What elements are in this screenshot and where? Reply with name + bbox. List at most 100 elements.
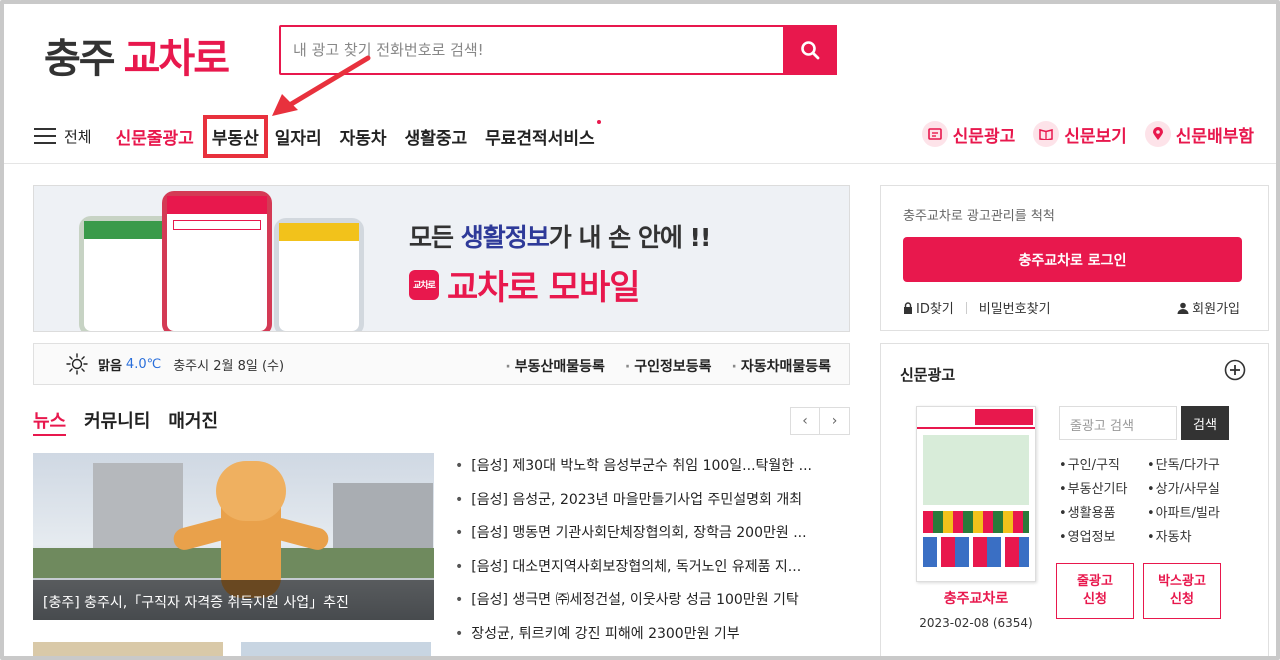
tab-community[interactable]: 커뮤니티 bbox=[84, 407, 150, 436]
banner-suffix: 가 내 손 안에 !! bbox=[548, 223, 712, 252]
annotation-arrow bbox=[272, 55, 371, 116]
banner-prefix: 모든 bbox=[409, 223, 461, 252]
login-panel: 충주교차로 광고관리를 척척 충주교차로 로그인 ID찾기 비밀번호찾기 회원가… bbox=[880, 185, 1269, 331]
nav-used-goods[interactable]: 생활중고 bbox=[405, 124, 468, 149]
plus-circle-icon[interactable] bbox=[1224, 359, 1246, 381]
find-id-link[interactable]: ID찾기 bbox=[916, 298, 954, 317]
content-tabs: 뉴스 커뮤니티 매거진 bbox=[33, 407, 236, 436]
line-ad-search-button[interactable]: 검색 bbox=[1181, 406, 1229, 440]
category-link[interactable]: 자동차 bbox=[1147, 526, 1239, 545]
tab-news[interactable]: 뉴스 bbox=[33, 407, 67, 436]
category-link[interactable]: 생활용품 bbox=[1059, 502, 1147, 521]
app-logo-badge: 교차로 bbox=[409, 269, 439, 300]
newspaper-ad-link[interactable]: 신문광고 bbox=[921, 121, 1016, 147]
link-separator bbox=[965, 301, 967, 314]
banner-highlight: 생활정보 bbox=[460, 223, 550, 252]
banner-title: 교차로 교차로 모바일 bbox=[409, 260, 641, 309]
phone-mockup-center bbox=[162, 191, 272, 331]
category-link[interactable]: 아파트/빌라 bbox=[1147, 502, 1239, 521]
new-dot bbox=[596, 119, 601, 124]
phone-mockup-right bbox=[274, 218, 364, 331]
ad-icon bbox=[921, 121, 948, 147]
news-item[interactable]: [음성] 맹동면 기관사회단체장협의회, 장학금 200만원 ... bbox=[455, 522, 855, 556]
newspaper-ad-label: 신문광고 bbox=[952, 126, 1016, 147]
sun-icon bbox=[66, 353, 88, 375]
location-pin-icon bbox=[1144, 121, 1171, 147]
register-car-link[interactable]: 자동차매물등록 bbox=[732, 356, 831, 376]
nav-free-estimate-label: 무료견적서비스 bbox=[485, 128, 595, 149]
signup-label: 회원가입 bbox=[1192, 302, 1240, 317]
newspaper-box-link[interactable]: 신문배부함 bbox=[1144, 121, 1254, 147]
news-item[interactable]: [음성] 생극면 ㈜세정건설, 이웃사랑 성금 100만원 기탁 bbox=[455, 589, 855, 623]
news-thumbnail[interactable] bbox=[241, 642, 431, 660]
banner-title-text: 교차로 모바일 bbox=[447, 268, 641, 308]
category-link[interactable]: 구인/구직 bbox=[1059, 454, 1147, 473]
nav-line-ads[interactable]: 신문줄광고 bbox=[116, 124, 194, 149]
chevron-right-icon: › bbox=[831, 413, 838, 429]
category-link[interactable]: 부동산기타 bbox=[1059, 478, 1147, 497]
logo-brand: 교차로 bbox=[123, 36, 230, 82]
register-job-link[interactable]: 구인정보등록 bbox=[625, 356, 711, 376]
weather-condition: 맑음 bbox=[98, 358, 122, 374]
site-logo[interactable]: 충주 교차로 bbox=[44, 26, 230, 84]
news-item[interactable]: [음성] 제30대 박노학 음성부군수 취임 100일...탁월한 ... bbox=[455, 455, 855, 489]
register-real-estate-link[interactable]: 부동산매물등록 bbox=[505, 356, 605, 376]
news-item[interactable]: [음성] 음성군, 2023년 마을만들기사업 주민설명회 개최 bbox=[455, 489, 855, 523]
category-link[interactable]: 영업정보 bbox=[1059, 526, 1147, 545]
newspaper-name[interactable]: 충주교차로 bbox=[916, 588, 1036, 608]
phone-mockup-left bbox=[79, 216, 174, 331]
weather-temperature: 4.0℃ bbox=[125, 356, 162, 372]
prev-button[interactable]: ‹ bbox=[790, 407, 820, 435]
next-button[interactable]: › bbox=[820, 407, 850, 435]
featured-news-photo[interactable]: [충주] 충주시,「구직자 자격증 취득지원 사업」추진 bbox=[33, 453, 434, 620]
logo-region: 충주 bbox=[44, 36, 116, 82]
cover-masthead bbox=[917, 407, 1035, 429]
login-button[interactable]: 충주교차로 로그인 bbox=[903, 237, 1242, 282]
newspaper-cover[interactable] bbox=[916, 406, 1036, 582]
cover-ads bbox=[923, 537, 1029, 567]
lock-icon bbox=[904, 301, 912, 314]
newspaper-view-link[interactable]: 신문보기 bbox=[1033, 121, 1127, 147]
apply-line-ad-button[interactable]: 줄광고 신청 bbox=[1056, 563, 1134, 619]
utility-links: 신문광고 신문보기 신문배부함 bbox=[904, 121, 1254, 147]
main-nav: 전체 신문줄광고 부동산 일자리 자동차 생활중고 무료견적서비스 bbox=[34, 114, 613, 158]
chevron-left-icon: ‹ bbox=[802, 413, 808, 429]
news-list: [음성] 제30대 박노학 음성부군수 취임 100일...탁월한 ... [음… bbox=[455, 455, 855, 656]
category-links: 구인/구직 단독/다가구 부동산기타 상가/사무실 생활용품 아파트/빌라 영업… bbox=[1059, 454, 1239, 545]
nav-real-estate[interactable]: 부동산 bbox=[202, 114, 268, 158]
book-icon bbox=[1033, 121, 1060, 147]
cover-photo bbox=[923, 435, 1029, 505]
signup-link[interactable]: 회원가입 bbox=[1177, 298, 1240, 317]
find-password-link[interactable]: 비밀번호찾기 bbox=[979, 298, 1051, 317]
category-link[interactable]: 상가/사무실 bbox=[1147, 478, 1239, 497]
news-pager: ‹ › bbox=[790, 407, 850, 435]
user-icon bbox=[1177, 302, 1189, 314]
search-button[interactable] bbox=[783, 25, 837, 75]
newspaper-ad-panel: 신문광고 충주교차로 2023-02-08 (6354) 줄광고 검색 검색 구… bbox=[880, 343, 1269, 660]
photo-caption: [충주] 충주시,「구직자 자격증 취득지원 사업」추진 bbox=[33, 580, 434, 620]
news-item[interactable]: 장성균, 튀르키예 강진 피해에 2300만원 기부 bbox=[455, 623, 855, 657]
nav-free-estimate[interactable]: 무료견적서비스 bbox=[485, 119, 601, 149]
line-ad-search-input[interactable]: 줄광고 검색 bbox=[1059, 406, 1177, 440]
news-thumbnail[interactable] bbox=[33, 642, 223, 660]
nav-cars[interactable]: 자동차 bbox=[340, 124, 387, 149]
newspaper-issue-date: 2023-02-08 (6354) bbox=[919, 616, 1033, 630]
weather-bar: 맑음 4.0℃ 충주시 2월 8일 (수) 부동산매물등록 구인정보등록 자동차… bbox=[33, 343, 850, 385]
menu-icon[interactable] bbox=[34, 128, 56, 144]
category-link[interactable]: 단독/다가구 bbox=[1147, 454, 1239, 473]
tab-magazine[interactable]: 매거진 bbox=[168, 407, 218, 436]
nav-jobs[interactable]: 일자리 bbox=[275, 124, 322, 149]
quick-register-links: 부동산매물등록 구인정보등록 자동차매물등록 bbox=[485, 356, 831, 376]
newspaper-view-label: 신문보기 bbox=[1064, 126, 1127, 147]
banner-headline: 모든 생활정보가 내 손 안에 !! bbox=[409, 218, 712, 254]
cover-ads bbox=[923, 511, 1029, 533]
mascot-head bbox=[216, 461, 286, 521]
mobile-app-banner[interactable]: 모든 생활정보가 내 손 안에 !! 교차로 교차로 모바일 bbox=[33, 185, 850, 332]
apply-box-ad-button[interactable]: 박스광고 신청 bbox=[1143, 563, 1221, 619]
account-links: ID찾기 비밀번호찾기 bbox=[903, 298, 1051, 317]
news-item[interactable]: [음성] 대소면지역사회보장협의체, 독거노인 유제품 지... bbox=[455, 556, 855, 590]
search-icon bbox=[801, 41, 820, 60]
login-message: 충주교차로 광고관리를 척척 bbox=[903, 209, 1055, 224]
newspaper-box-label: 신문배부함 bbox=[1175, 126, 1254, 147]
nav-all[interactable]: 전체 bbox=[64, 126, 92, 147]
